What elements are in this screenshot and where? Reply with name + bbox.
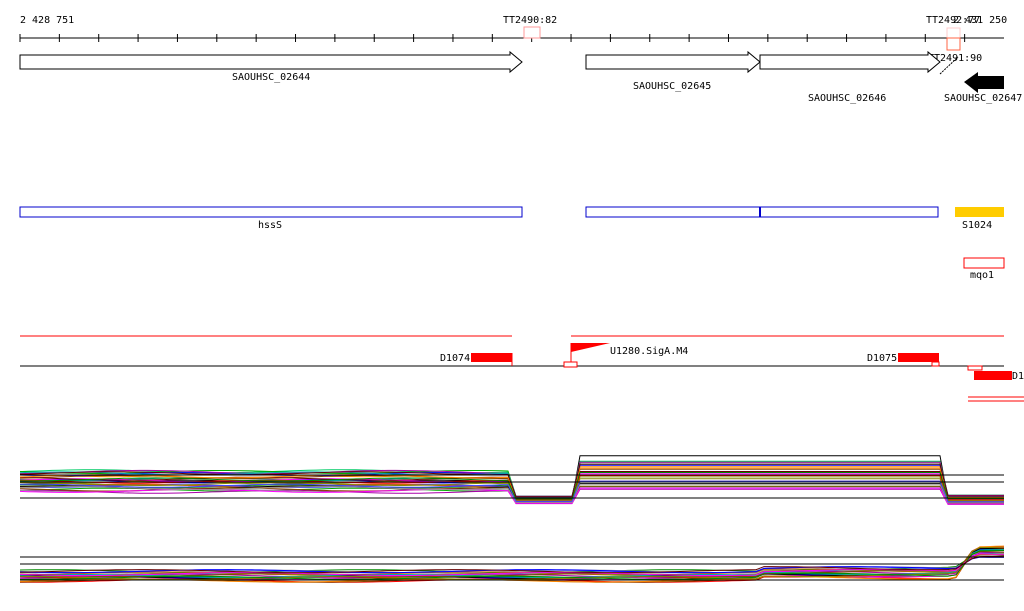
operon-hsss[interactable]: hssS bbox=[19, 206, 523, 231]
segment-u1280[interactable]: U1280.SigA.M4 bbox=[563, 343, 688, 368]
ruler-start: 2 428 751 bbox=[20, 15, 74, 26]
svg-text:SAOUHSC_02647: SAOUHSC_02647 bbox=[944, 93, 1022, 104]
operon-02645-02646[interactable] bbox=[585, 206, 939, 218]
terminator-tt2490[interactable]: TT2490:82 bbox=[503, 15, 557, 39]
svg-text:SAOUHSC_02646: SAOUHSC_02646 bbox=[808, 93, 886, 104]
svg-text:TT2492:77: TT2492:77 bbox=[926, 15, 980, 26]
svg-text:TT2490:82: TT2490:82 bbox=[503, 15, 557, 26]
gene-saouhsc-02646[interactable]: SAOUHSC_02646 bbox=[759, 50, 941, 104]
segment-d1[interactable]: D1 bbox=[967, 365, 1024, 382]
expression-profile-track-2 bbox=[19, 545, 1005, 583]
operon-mqo1[interactable]: mqo1 bbox=[963, 257, 1005, 281]
svg-text:SAOUHSC_02645: SAOUHSC_02645 bbox=[633, 81, 711, 92]
svg-text:D1: D1 bbox=[1012, 371, 1024, 382]
gene-saouhsc-02645[interactable]: SAOUHSC_02645 bbox=[585, 50, 761, 92]
svg-text:U1280.SigA.M4: U1280.SigA.M4 bbox=[610, 346, 688, 357]
svg-text:D1075: D1075 bbox=[867, 353, 897, 364]
svg-text:mqo1: mqo1 bbox=[970, 270, 994, 281]
gene-saouhsc-02647[interactable]: SAOUHSC_02647 bbox=[944, 72, 1022, 104]
svg-text:hssS: hssS bbox=[258, 220, 282, 231]
segment-d1074[interactable]: D1074 bbox=[440, 353, 513, 366]
gene-saouhsc-02644[interactable]: SAOUHSC_02644 bbox=[19, 50, 523, 83]
operon-s1024[interactable]: S1024 bbox=[955, 207, 1004, 231]
genome-browser: 2 428 751 2 431 250 TT2490:82 TT2492:77 … bbox=[19, 15, 1024, 583]
segment-d1075[interactable]: D1075 bbox=[867, 353, 940, 367]
terminator-tt2492[interactable]: TT2492:77 bbox=[926, 15, 980, 51]
svg-text:SAOUHSC_02644: SAOUHSC_02644 bbox=[232, 72, 310, 83]
svg-text:S1024: S1024 bbox=[962, 220, 992, 231]
svg-text:D1074: D1074 bbox=[440, 353, 470, 364]
expression-profile-track-1 bbox=[19, 455, 1004, 505]
